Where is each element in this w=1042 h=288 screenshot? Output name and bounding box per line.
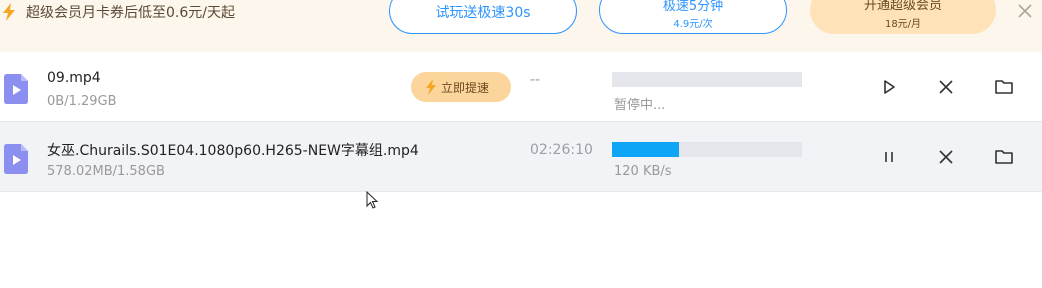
video-file-icon: [4, 74, 28, 104]
promo-text: 超级会员月卡券后低至0.6元/天起: [26, 5, 235, 21]
lightning-icon: [426, 79, 436, 95]
progress-fill: [612, 142, 679, 157]
time-remaining: 02:26:10: [530, 142, 593, 158]
boost-now-button[interactable]: 立即提速: [411, 72, 511, 102]
folder-icon[interactable]: [994, 147, 1014, 167]
open-vip-price: 18元/月: [884, 19, 922, 30]
progress-bar: [612, 72, 802, 87]
play-icon[interactable]: [879, 77, 899, 97]
promo-banner: 超级会员月卡券后低至0.6元/天起 试玩送极速30s 极速5分钟 4.9元/次 …: [0, 0, 1042, 52]
download-status: 暂停中...: [614, 98, 666, 113]
file-size: 0B/1.29GB: [47, 94, 117, 109]
speed-5min-label: 极速5分钟: [662, 0, 724, 14]
mouse-cursor-icon: [366, 191, 379, 209]
lightning-icon: [3, 3, 15, 21]
folder-icon[interactable]: [994, 77, 1014, 97]
close-icon[interactable]: [936, 77, 956, 97]
download-row[interactable]: 09.mp4 0B/1.29GB 立即提速 -- 暂停中...: [0, 52, 1042, 122]
pause-icon[interactable]: [879, 147, 899, 167]
speed-5min-button[interactable]: 极速5分钟 4.9元/次: [599, 0, 787, 34]
time-remaining: --: [530, 72, 541, 88]
download-speed: 120 KB/s: [614, 164, 672, 179]
open-vip-button[interactable]: 开通超级会员 18元/月: [810, 0, 996, 34]
close-icon[interactable]: [936, 147, 956, 167]
download-row[interactable]: 女巫.Churails.S01E04.1080p60.H265-NEW字幕组.m…: [0, 122, 1042, 192]
file-name: 09.mp4: [47, 70, 101, 86]
open-vip-label: 开通超级会员: [863, 0, 942, 13]
close-icon[interactable]: [1016, 2, 1034, 20]
video-file-icon: [4, 144, 28, 174]
file-name: 女巫.Churails.S01E04.1080p60.H265-NEW字幕组.m…: [47, 143, 419, 159]
file-size: 578.02MB/1.58GB: [47, 164, 165, 179]
speed-5min-price: 4.9元/次: [673, 19, 713, 30]
trial-speed-button[interactable]: 试玩送极速30s: [389, 0, 577, 34]
progress-bar: [612, 142, 802, 157]
boost-now-label: 立即提速: [441, 81, 490, 95]
trial-speed-label: 试玩送极速30s: [435, 5, 531, 21]
